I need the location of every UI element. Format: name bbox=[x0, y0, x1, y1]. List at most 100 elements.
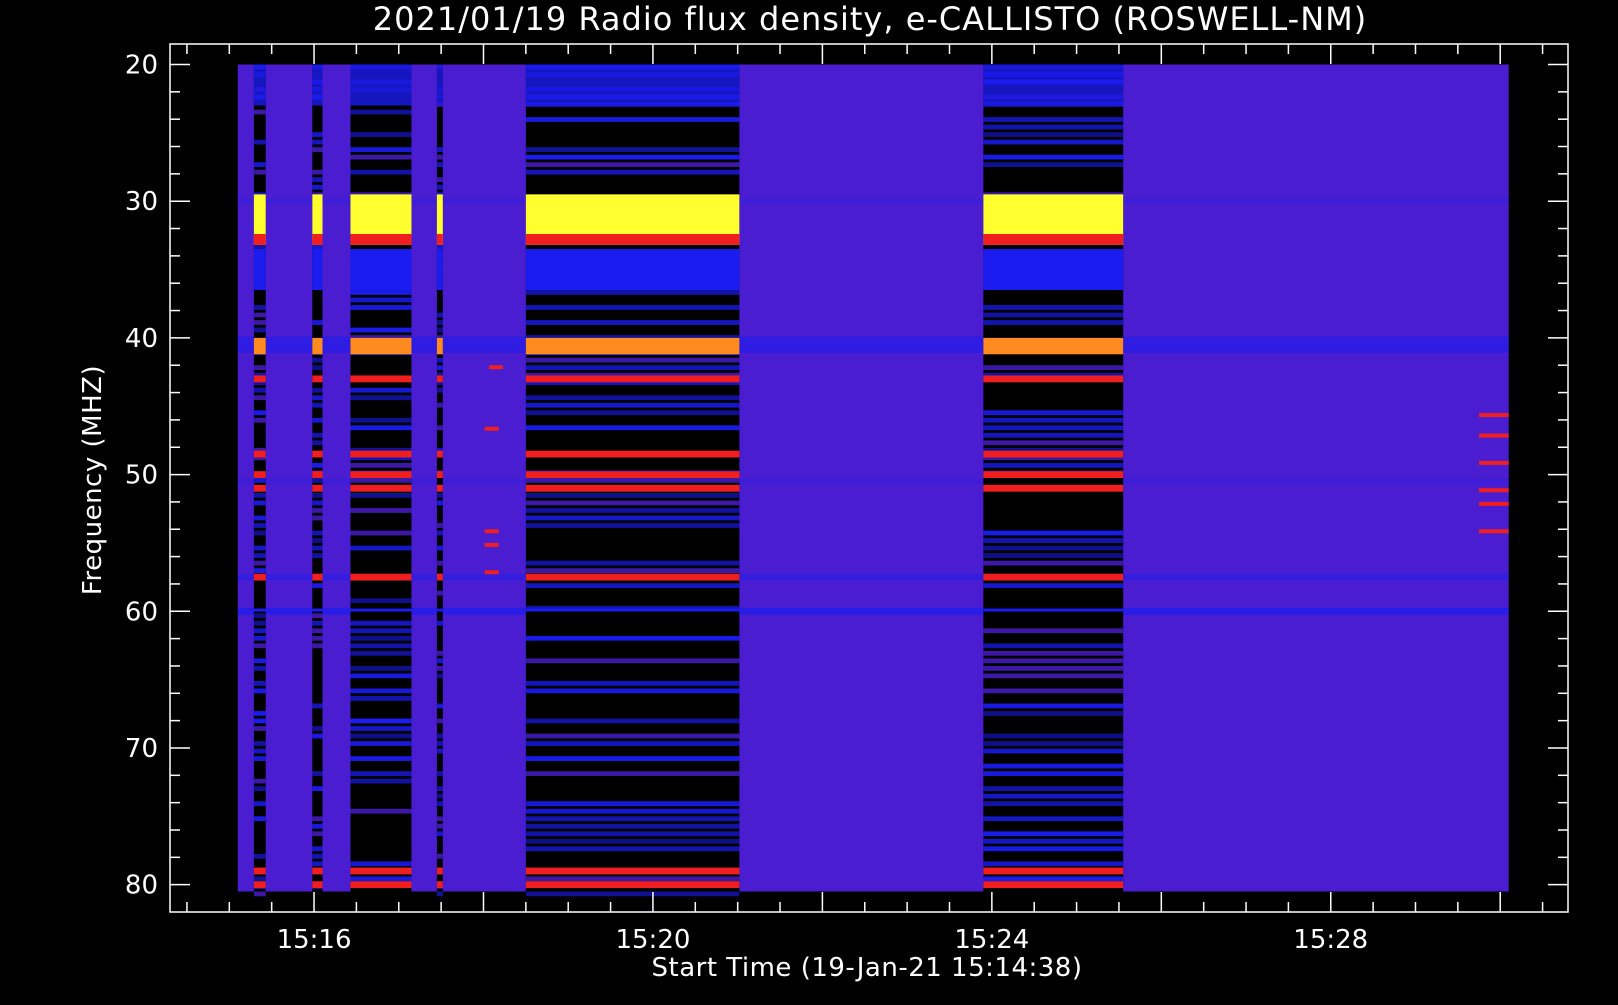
interval-stripe bbox=[525, 838, 740, 844]
interval-stripe bbox=[312, 853, 323, 859]
interval-stripe bbox=[436, 523, 443, 528]
interval-stripe bbox=[436, 823, 443, 829]
quiet-interference-line bbox=[237, 573, 1509, 581]
y-axis-label: Frequency (MHZ) bbox=[78, 365, 108, 595]
interval-stripe bbox=[253, 410, 266, 416]
interval-stripe bbox=[253, 109, 266, 115]
interval-stripe bbox=[350, 425, 412, 431]
interval-stripe bbox=[312, 771, 323, 776]
interval-stripe bbox=[525, 808, 740, 814]
interval-stripe bbox=[253, 628, 266, 634]
interval-stripe bbox=[312, 177, 323, 183]
interval-stripe bbox=[350, 545, 412, 551]
x-tick-label: 15:16 bbox=[277, 925, 352, 955]
quiet-interference-line bbox=[237, 336, 1509, 353]
interval-stripe bbox=[525, 560, 740, 566]
red-emission-line bbox=[436, 881, 443, 889]
red-emission-line bbox=[350, 471, 412, 478]
orange-band bbox=[525, 337, 740, 355]
y-tick-label: 80 bbox=[125, 871, 158, 901]
upper-band bbox=[436, 64, 443, 106]
strong-band-edge bbox=[350, 234, 412, 245]
interval-stripe bbox=[436, 147, 443, 152]
quiet-interference-line bbox=[237, 607, 1509, 615]
red-emission-line bbox=[525, 450, 740, 458]
red-emission-line bbox=[436, 867, 443, 875]
late-burst-line bbox=[1479, 413, 1509, 418]
interval-stripe bbox=[983, 703, 1124, 709]
interval-stripe bbox=[436, 748, 443, 754]
interval-stripe bbox=[312, 320, 323, 325]
interval-stripe bbox=[253, 560, 266, 566]
red-emission-line bbox=[436, 450, 443, 458]
interval-stripe bbox=[350, 478, 412, 483]
interval-stripe bbox=[350, 154, 412, 160]
interval-stripe bbox=[983, 628, 1124, 634]
interval-stripe bbox=[350, 778, 412, 784]
red-emission-line bbox=[436, 484, 443, 492]
interval-stripe bbox=[436, 891, 443, 897]
upper-band bbox=[983, 64, 1124, 106]
activity-interval bbox=[312, 64, 323, 892]
strong-band-edge bbox=[253, 234, 266, 245]
interval-stripe bbox=[983, 665, 1124, 671]
interval-stripe bbox=[525, 718, 740, 724]
interval-stripe bbox=[983, 846, 1124, 852]
interval-stripe bbox=[350, 696, 412, 701]
interval-stripe bbox=[436, 816, 443, 822]
red-emission-line bbox=[253, 881, 266, 889]
interval-stripe bbox=[350, 290, 412, 295]
interval-stripe bbox=[253, 387, 266, 393]
interval-stripe bbox=[436, 590, 443, 596]
interval-stripe bbox=[525, 846, 740, 852]
interval-stripe bbox=[436, 771, 443, 776]
interval-stripe bbox=[525, 801, 740, 807]
red-emission-line bbox=[436, 471, 443, 478]
interval-stripe bbox=[312, 538, 323, 543]
interval-stripe bbox=[983, 688, 1124, 694]
red-emission-line bbox=[350, 450, 412, 458]
interval-stripe bbox=[312, 816, 323, 822]
interval-stripe bbox=[350, 417, 412, 423]
line-60mhz bbox=[436, 608, 443, 612]
interval-stripe bbox=[350, 771, 412, 776]
red-speckle bbox=[488, 365, 503, 370]
interval-stripe bbox=[253, 635, 266, 641]
interval-stripe bbox=[312, 643, 323, 649]
red-emission-line bbox=[253, 471, 266, 478]
interval-stripe bbox=[350, 169, 412, 175]
interval-stripe bbox=[253, 327, 266, 333]
red-emission-line bbox=[312, 573, 323, 581]
interval-stripe bbox=[525, 876, 740, 882]
y-tick-label: 50 bbox=[125, 461, 158, 491]
orange-band bbox=[350, 337, 412, 355]
interval-stripe bbox=[436, 801, 443, 807]
interval-stripe bbox=[253, 417, 266, 423]
orange-band bbox=[312, 337, 323, 355]
interval-stripe bbox=[253, 853, 266, 859]
upper-band bbox=[350, 64, 412, 106]
interval-stripe bbox=[312, 440, 323, 446]
interval-stripe bbox=[525, 741, 740, 746]
interval-stripe bbox=[253, 305, 266, 310]
sub-band-blue bbox=[525, 249, 740, 291]
interval-stripe bbox=[983, 560, 1124, 566]
interval-stripe bbox=[312, 726, 323, 731]
interval-stripe bbox=[983, 545, 1124, 551]
interval-stripe bbox=[436, 650, 443, 656]
interval-stripe bbox=[312, 613, 323, 619]
upper-band bbox=[253, 64, 266, 106]
interval-stripe bbox=[253, 643, 266, 649]
upper-band bbox=[312, 64, 323, 106]
red-emission-line bbox=[253, 484, 266, 492]
interval-stripe bbox=[350, 643, 412, 649]
red-speckle bbox=[484, 529, 499, 534]
activity-interval bbox=[525, 64, 740, 897]
line-60mhz bbox=[525, 608, 740, 612]
interval-stripe bbox=[253, 312, 266, 318]
interval-stripe bbox=[525, 733, 740, 739]
late-burst-line bbox=[1479, 433, 1509, 438]
interval-stripe bbox=[253, 553, 266, 558]
interval-stripe bbox=[350, 620, 412, 626]
interval-stripe bbox=[312, 395, 323, 401]
